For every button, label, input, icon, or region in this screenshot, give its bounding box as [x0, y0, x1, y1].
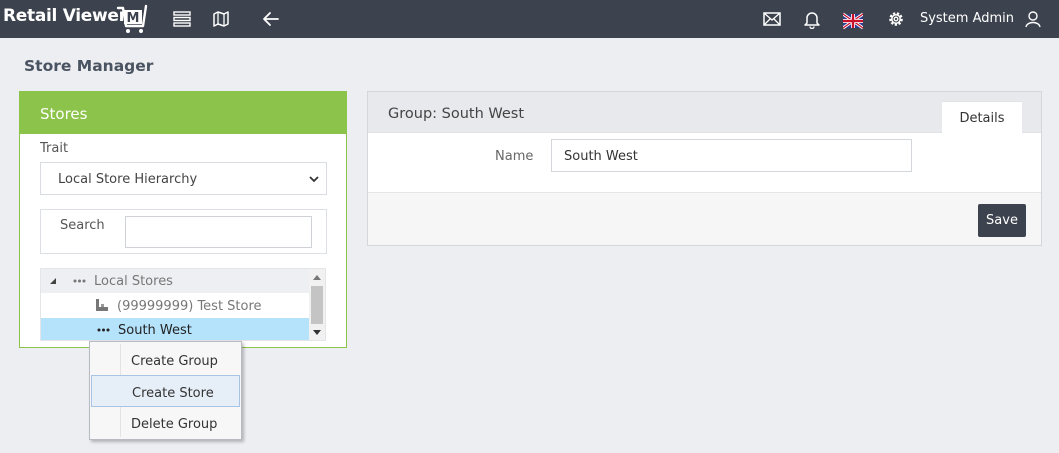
scroll-down-icon[interactable]: [313, 330, 321, 336]
scroll-up-icon[interactable]: [313, 274, 321, 280]
tree-node-label: South West: [118, 323, 192, 338]
name-field[interactable]: South West: [551, 139, 912, 172]
map-icon[interactable]: [211, 9, 231, 29]
context-menu: Create Group Create Store Delete Group: [89, 341, 242, 440]
menu-item-create-group[interactable]: Create Group: [91, 344, 240, 376]
save-button[interactable]: Save: [978, 204, 1026, 237]
group-title: Group: South West: [388, 106, 525, 122]
tree-node-local-stores[interactable]: Local Stores: [41, 269, 311, 293]
user-name[interactable]: System Admin: [920, 11, 1014, 26]
back-arrow-icon[interactable]: [261, 9, 281, 29]
stores-panel: Stores Trait Local Store Hierarchy Searc…: [19, 91, 347, 348]
logo-text: Retail Viewer: [3, 6, 127, 26]
trait-select[interactable]: Local Store Hierarchy: [40, 162, 327, 195]
user-icon[interactable]: [1023, 9, 1043, 29]
top-navbar: Retail Viewer M System Admin: [0, 0, 1059, 38]
menu-list-icon[interactable]: [172, 9, 192, 29]
store-icon: [96, 299, 108, 311]
group-dots-icon: [73, 279, 86, 283]
svg-text:M: M: [127, 11, 140, 26]
search-input[interactable]: [125, 216, 312, 248]
search-label: Search: [60, 218, 105, 233]
search-group: Search: [40, 209, 327, 254]
gear-icon[interactable]: [886, 9, 906, 29]
bell-icon[interactable]: [802, 9, 822, 29]
app-logo[interactable]: Retail Viewer: [3, 6, 127, 26]
tree-node-test-store[interactable]: (99999999) Test Store: [41, 294, 311, 318]
collapse-triangle-icon[interactable]: [49, 277, 57, 285]
tree-node-label: Local Stores: [94, 274, 173, 289]
tab-details[interactable]: Details: [942, 101, 1022, 134]
store-tree[interactable]: Local Stores (99999999) Test Store South…: [40, 268, 326, 341]
group-dots-icon: [97, 328, 110, 332]
tree-scrollbar[interactable]: [309, 269, 325, 340]
menu-item-create-store[interactable]: Create Store: [91, 375, 240, 407]
page-title: Store Manager: [24, 57, 154, 75]
chevron-down-icon: [309, 176, 319, 183]
tree-node-south-west[interactable]: South West: [41, 318, 311, 340]
uk-flag-icon[interactable]: [843, 9, 863, 30]
group-panel: Group: South West Details Name South Wes…: [367, 91, 1042, 246]
trait-select-value: Local Store Hierarchy: [58, 172, 198, 187]
name-label: Name: [495, 149, 534, 164]
tree-node-label: (99999999) Test Store: [117, 299, 262, 314]
stores-panel-header: Stores: [20, 92, 346, 134]
menu-item-delete-group[interactable]: Delete Group: [91, 407, 240, 439]
cart-logo-icon: M: [116, 4, 148, 33]
mail-icon[interactable]: [762, 9, 782, 29]
scroll-thumb[interactable]: [311, 286, 323, 324]
group-panel-header: Group: South West Details: [368, 92, 1041, 134]
group-panel-footer: Save: [368, 192, 1041, 245]
trait-label: Trait: [40, 141, 69, 156]
